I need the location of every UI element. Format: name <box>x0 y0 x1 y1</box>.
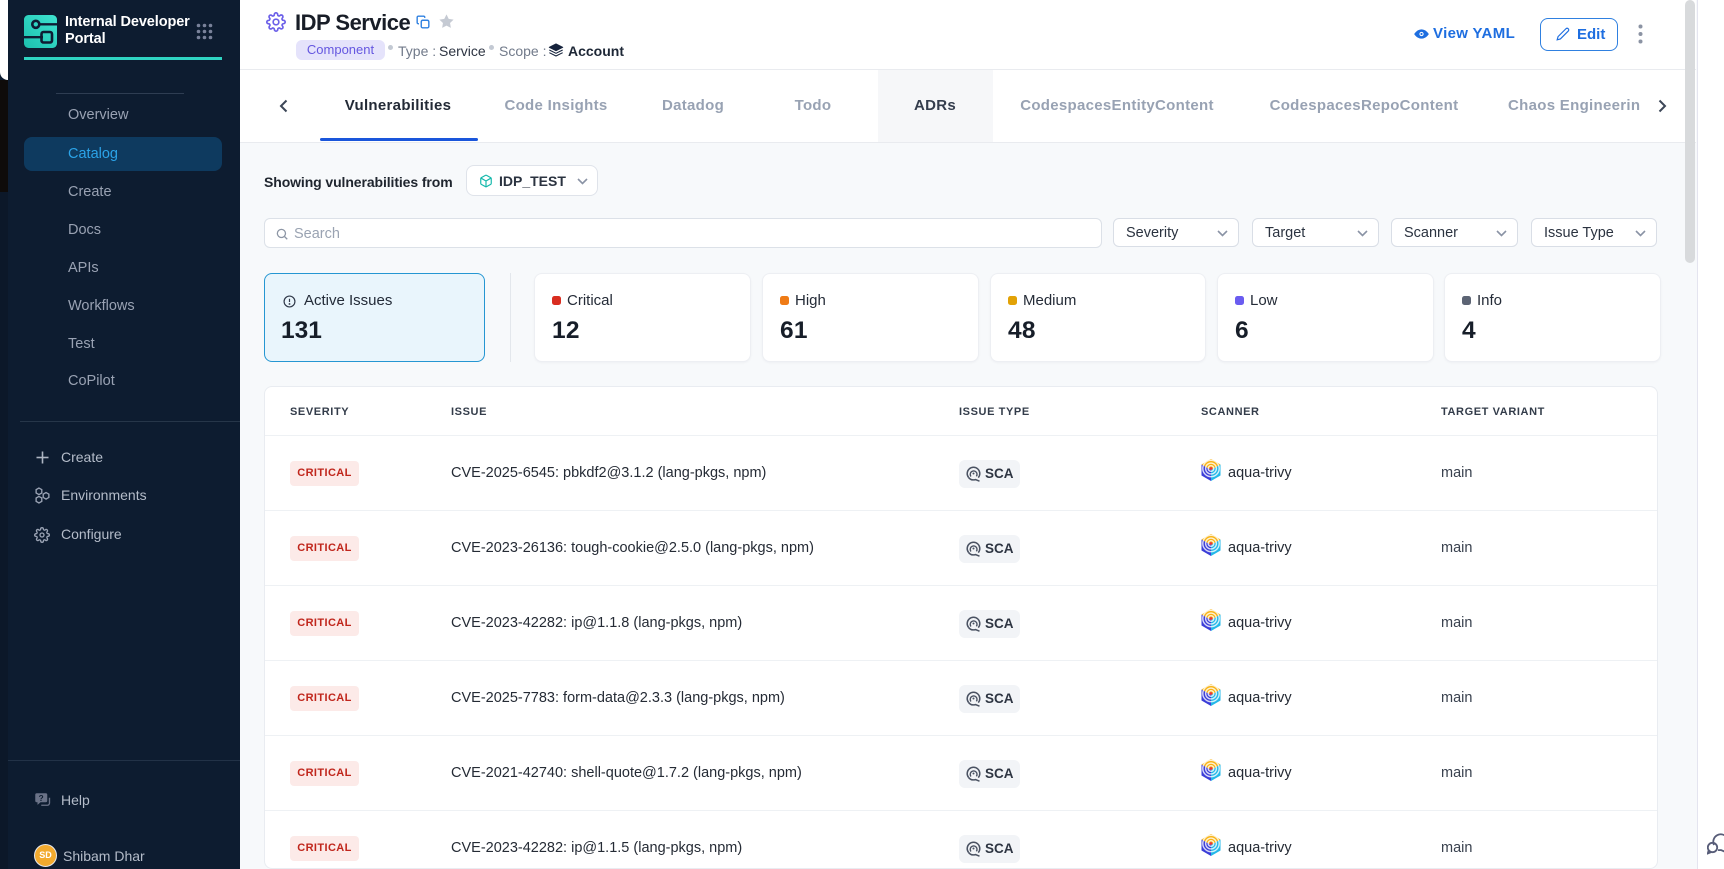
svg-text:?: ? <box>39 794 44 803</box>
